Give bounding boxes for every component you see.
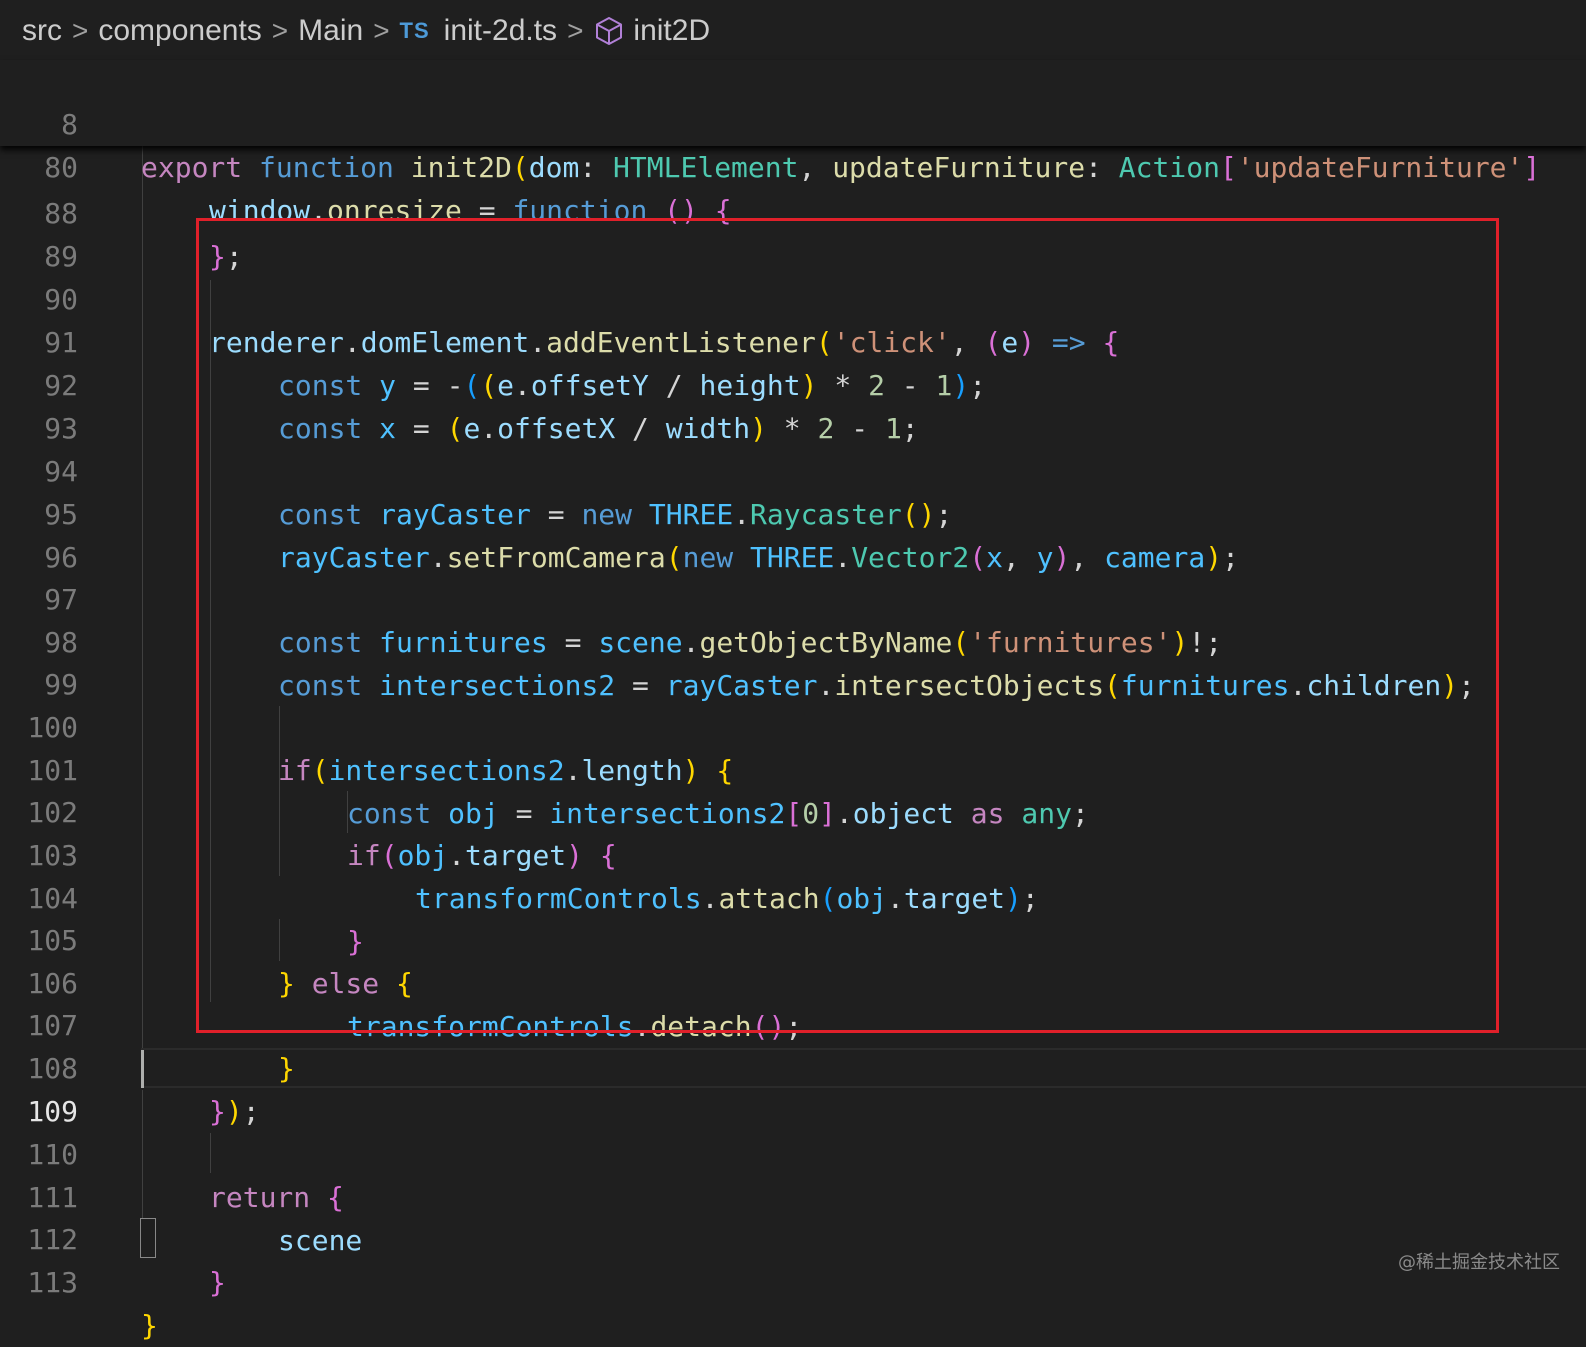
chevron-right-icon: >: [72, 15, 89, 46]
line-number: 113: [27, 1266, 78, 1299]
annotation-highlight-box: [196, 218, 1499, 1033]
chevron-right-icon: >: [567, 15, 584, 46]
bracket-match-highlight: [140, 1218, 156, 1258]
breadcrumb-item-main[interactable]: Main: [298, 14, 363, 48]
symbol-method-cube-icon: [596, 17, 623, 45]
code-text: export function init2D(dom: HTMLElement,…: [141, 151, 1541, 184]
code-text: }: [141, 1309, 158, 1342]
line-number: 80: [44, 151, 78, 184]
sticky-line-80[interactable]: 80 window.onresize = function () {: [0, 103, 1586, 227]
chevron-right-icon: >: [373, 15, 390, 46]
breadcrumb-item-src[interactable]: src: [22, 14, 62, 48]
code-text: }: [209, 1266, 226, 1299]
typescript-file-icon: TS: [399, 18, 430, 43]
breadcrumb-item-file[interactable]: init-2d.ts: [444, 14, 557, 48]
code-line-111[interactable]: 111 scene: [0, 1133, 1586, 1257]
breadcrumb-item-symbol[interactable]: init2D: [633, 14, 710, 48]
code-line-112[interactable]: 112 }: [0, 1175, 1586, 1299]
breadcrumb: src > components > Main > TS init-2d.ts …: [0, 0, 1586, 62]
code-line-113[interactable]: 113 }: [0, 1218, 1586, 1342]
code-line-110[interactable]: 110 return {: [0, 1090, 1586, 1214]
code-line-109[interactable]: 109: [0, 1047, 1586, 1128]
watermark: @稀土掘金技术社区: [1398, 1252, 1560, 1273]
chevron-right-icon: >: [271, 15, 289, 46]
sticky-line-8[interactable]: 8 export function init2D(dom: HTMLElemen…: [0, 60, 1586, 184]
sticky-scroll-header[interactable]: 8 export function init2D(dom: HTMLElemen…: [0, 60, 1586, 227]
breadcrumb-item-components[interactable]: components: [98, 14, 261, 48]
